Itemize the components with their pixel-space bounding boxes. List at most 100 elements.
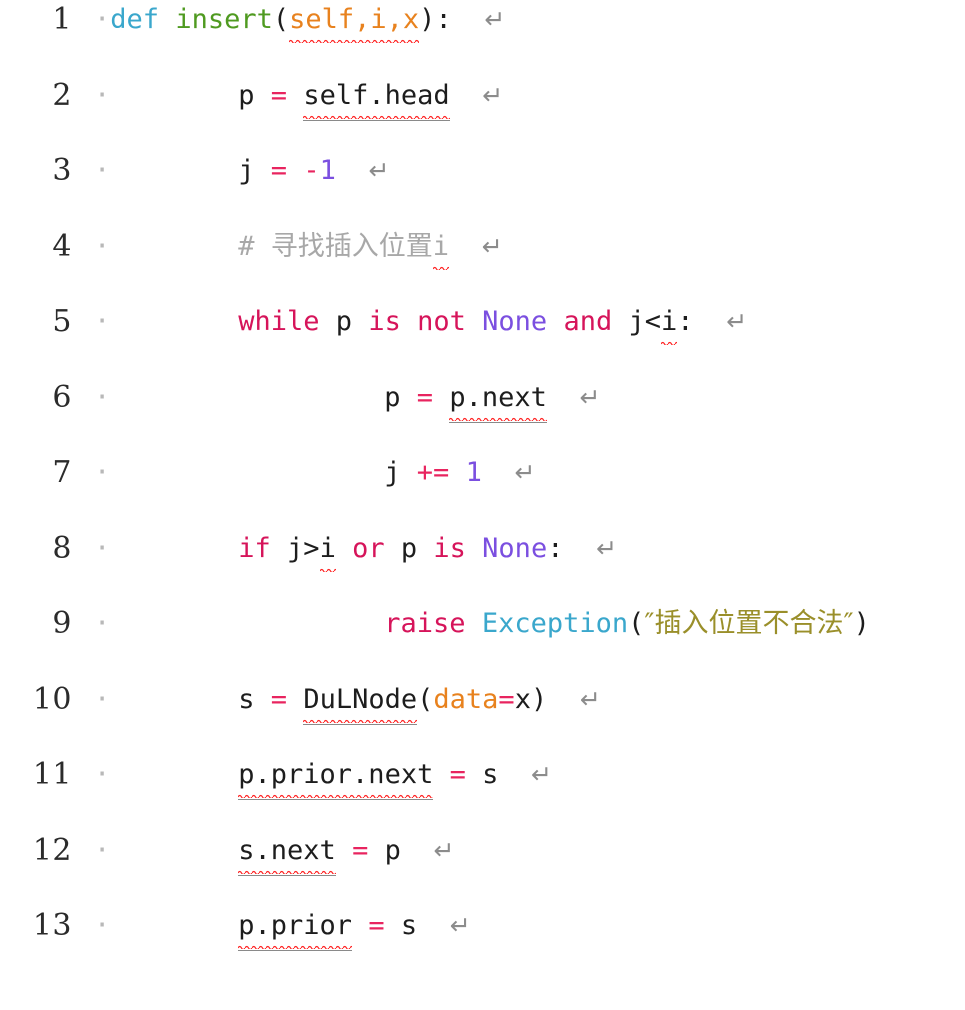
indent-dot-marker: · bbox=[94, 306, 111, 337]
code-line[interactable]: 1 ·def insert(self,i,x): ↵ bbox=[0, 0, 965, 76]
code-token-constant: None bbox=[482, 306, 548, 337]
code-token-punct: ) bbox=[419, 4, 436, 35]
indent-dot-marker: · bbox=[94, 79, 111, 111]
token-gap bbox=[401, 835, 434, 866]
code-token-operator: = bbox=[368, 910, 385, 941]
indent-dot-marker: · bbox=[94, 683, 111, 715]
code-token-plain: s bbox=[400, 910, 418, 941]
code-token-operator: = bbox=[498, 683, 515, 715]
carriage-return-icon: ↵ bbox=[579, 382, 601, 412]
code-line[interactable]: 2 · p = self.head ↵ bbox=[0, 75, 965, 152]
code-token-keyword: and bbox=[563, 306, 613, 337]
code-line[interactable]: 10 · s = DuLNode(data=x) ↵ bbox=[0, 679, 965, 756]
code-token-keyword: or bbox=[352, 532, 385, 564]
line-content[interactable]: · if j>i or p is None: ↵ bbox=[72, 528, 965, 573]
line-content[interactable]: · s.next = p ↵ bbox=[72, 830, 965, 876]
code-line[interactable]: 5 · while p is not None and j<i: ↵ bbox=[0, 302, 965, 378]
line-number: 7 bbox=[52, 455, 72, 490]
code-line[interactable]: 13 · p.prior = s ↵ bbox=[0, 906, 965, 982]
code-token-plain: self.head bbox=[303, 75, 450, 121]
line-number: 4 bbox=[52, 228, 72, 264]
carriage-return-icon: ↵ bbox=[579, 684, 601, 714]
code-line[interactable]: 3 · j = -1 ↵ bbox=[0, 151, 965, 227]
code-token-punct: ) bbox=[530, 683, 548, 715]
line-number: 10 bbox=[32, 681, 72, 717]
code-token-operator: = bbox=[449, 759, 466, 790]
code-token-plain: j> bbox=[270, 532, 320, 564]
line-content[interactable]: · p.prior = s ↵ bbox=[72, 906, 965, 951]
line-content[interactable]: · p.prior.next = s ↵ bbox=[72, 755, 965, 800]
line-number: 13 bbox=[32, 908, 72, 943]
line-content[interactable]: · p = self.head ↵ bbox=[72, 75, 965, 121]
code-line[interactable]: 12 · s.next = p ↵ bbox=[0, 830, 965, 907]
token-gap bbox=[482, 457, 515, 488]
indent-dot-marker: · bbox=[94, 910, 111, 941]
indent-dot-marker: · bbox=[94, 230, 111, 262]
code-token-plain: p bbox=[384, 381, 401, 413]
code-token-string: ″插入位置不合法″ bbox=[644, 608, 854, 639]
code-token-parameter: data bbox=[433, 683, 499, 715]
code-token-punct: : bbox=[677, 306, 694, 337]
code-editor-canvas[interactable]: 1 ·def insert(self,i,x): ↵ 2 · p = self.head… bbox=[0, 0, 965, 1010]
code-line[interactable]: 11 · p.prior.next = s ↵ bbox=[0, 755, 965, 831]
code-line[interactable]: 7 · j += 1 ↵ bbox=[0, 453, 965, 529]
indent-dot-marker: · bbox=[94, 457, 111, 488]
code-token-keyword: is bbox=[433, 532, 466, 564]
code-token-plain: s bbox=[482, 759, 499, 790]
token-gap bbox=[336, 155, 369, 186]
code-line[interactable]: 4 · # 寻找插入位置i ↵ bbox=[0, 226, 965, 303]
carriage-return-icon: ↵ bbox=[449, 911, 471, 940]
code-token-operator: - bbox=[303, 155, 320, 186]
carriage-return-icon: ↵ bbox=[530, 760, 552, 789]
code-line[interactable]: 9 · raise Exception(″插入位置不合法″) bbox=[0, 604, 965, 680]
code-token-keyword: is bbox=[368, 306, 401, 337]
line-content[interactable]: · s = DuLNode(data=x) ↵ bbox=[72, 679, 965, 725]
line-number: 12 bbox=[32, 832, 72, 868]
code-token-punct: ( bbox=[628, 608, 645, 639]
code-token-constant: 1 bbox=[319, 155, 336, 186]
code-token-keyword: while bbox=[238, 306, 320, 337]
line-content[interactable]: · # 寻找插入位置i ↵ bbox=[72, 226, 965, 271]
carriage-return-icon: ↵ bbox=[595, 533, 617, 563]
code-token-operator: = bbox=[416, 381, 434, 413]
line-content[interactable]: · p = p.next ↵ bbox=[72, 377, 965, 423]
code-token-plain: p bbox=[238, 79, 255, 111]
line-content[interactable]: ·def insert(self,i,x): ↵ bbox=[72, 0, 965, 44]
indent-dot-marker: · bbox=[94, 759, 111, 790]
indent-dot-marker: · bbox=[94, 155, 111, 186]
code-token-plain: j bbox=[384, 457, 401, 488]
line-content[interactable]: · raise Exception(″插入位置不合法″) bbox=[72, 604, 965, 644]
line-number: 3 bbox=[52, 153, 72, 188]
code-token-operator: = bbox=[270, 683, 288, 715]
code-token-plain: s.next bbox=[238, 830, 336, 876]
carriage-return-icon: ↵ bbox=[484, 5, 506, 34]
code-line[interactable]: 8 · if j>i or p is None: ↵ bbox=[0, 528, 965, 605]
line-content[interactable]: · j += 1 ↵ bbox=[72, 453, 965, 493]
code-token-plain: j bbox=[238, 155, 255, 186]
carriage-return-icon: ↵ bbox=[481, 231, 503, 261]
code-token-keyword: not bbox=[417, 306, 466, 337]
line-number: 2 bbox=[52, 77, 72, 113]
code-token-constant: 1 bbox=[465, 457, 482, 488]
code-token-operator: = bbox=[270, 79, 288, 111]
code-token-parameter: self,i,x bbox=[289, 0, 420, 44]
line-content[interactable]: · j = -1 ↵ bbox=[72, 151, 965, 191]
token-gap bbox=[547, 382, 580, 413]
line-content[interactable]: · while p is not None and j<i: ↵ bbox=[72, 302, 965, 346]
token-gap bbox=[452, 4, 485, 35]
code-line[interactable]: 6 · p = p.next ↵ bbox=[0, 377, 965, 454]
code-token-plain: p bbox=[319, 306, 369, 337]
